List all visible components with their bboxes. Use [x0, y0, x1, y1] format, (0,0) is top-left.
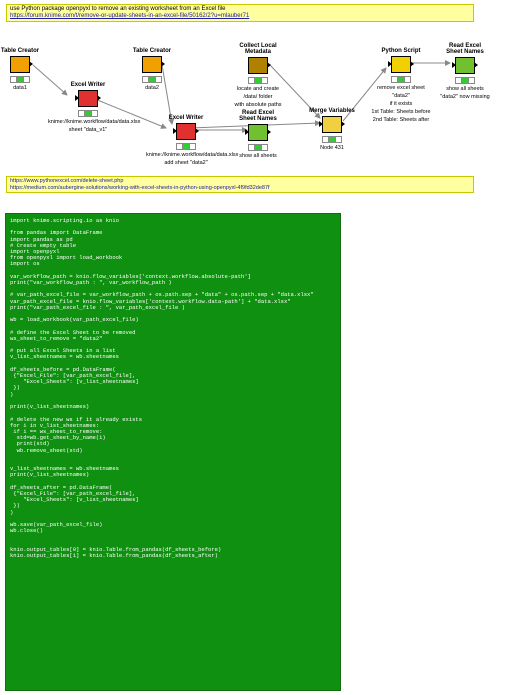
node-caption: locate and create	[228, 86, 288, 92]
node-title: Python Script	[366, 48, 436, 54]
node-caption: Node 431	[302, 145, 362, 151]
node-caption: show all sheets	[228, 153, 288, 159]
node-excel-writer-1[interactable]: Excel Writer knime://knime.workflow/data…	[48, 82, 128, 133]
node-read-sheets-1[interactable]: Read Excel Sheet Names show all sheets	[228, 110, 288, 159]
node-python-script[interactable]: Python Script remove excel sheet "data2"…	[366, 48, 436, 123]
node-caption: data1	[0, 85, 50, 91]
folder-icon	[248, 57, 268, 74]
node-caption: 2nd Table: Sheets after	[366, 117, 436, 123]
writer-icon	[176, 123, 196, 140]
node-caption: sheet "data_v1"	[48, 127, 128, 133]
node-title: Table Creator	[0, 48, 50, 54]
node-title: Read Excel Sheet Names	[228, 110, 288, 122]
node-caption: if it exists	[366, 101, 436, 107]
links-note: https://www.pythonexcel.com/delete-sheet…	[6, 176, 474, 193]
python-icon	[391, 56, 411, 73]
status-light	[391, 76, 411, 83]
node-title: Merge Variables	[302, 108, 362, 114]
status-light	[322, 136, 342, 143]
writer-icon	[78, 90, 98, 107]
node-table-creator-2[interactable]: Table Creator data2	[122, 48, 182, 91]
node-title: Table Creator	[122, 48, 182, 54]
status-light	[248, 77, 268, 84]
table-icon	[10, 56, 30, 73]
node-excel-writer-2[interactable]: Excel Writer knime://knime.workflow/data…	[146, 115, 226, 166]
python-code: import knime.scripting.io as knio from p…	[5, 213, 341, 691]
node-table-creator-1[interactable]: Table Creator data1	[0, 48, 50, 91]
node-merge-variables[interactable]: Merge Variables Node 431	[302, 108, 362, 151]
status-light	[78, 110, 98, 117]
node-title: Collect Local Metadata	[228, 43, 288, 55]
status-light	[10, 76, 30, 83]
merge-icon	[322, 116, 342, 133]
table-icon	[142, 56, 162, 73]
node-title: Excel Writer	[146, 115, 226, 121]
status-light	[248, 144, 268, 151]
status-light	[176, 143, 196, 150]
node-caption: with absolute paths	[228, 102, 288, 108]
node-caption: /data/ folder	[228, 94, 288, 100]
status-light	[142, 76, 162, 83]
node-caption: show all sheets	[432, 86, 498, 92]
title-note: use Python package openpyxl to remove an…	[6, 4, 474, 22]
link-2[interactable]: https://medium.com/aubergine-solutions/w…	[10, 185, 470, 192]
node-caption: add sheet "data2"	[146, 160, 226, 166]
node-caption: remove excel sheet	[366, 85, 436, 91]
node-caption: 1st Table: Sheets before	[366, 109, 436, 115]
node-caption: knime://knime.workflow/data/data.xlsx	[146, 152, 226, 158]
node-collect-metadata[interactable]: Collect Local Metadata locate and create…	[228, 43, 288, 108]
node-caption: "data2"	[366, 93, 436, 99]
title-text: use Python package openpyxl to remove an…	[10, 6, 470, 13]
node-caption: knime://knime.workflow/data/data.xlsx	[48, 119, 128, 125]
sheet-icon	[248, 124, 268, 141]
node-caption: data2	[122, 85, 182, 91]
sheet-icon	[455, 57, 475, 74]
node-read-sheets-2[interactable]: Read Excel Sheet Names show all sheets "…	[432, 43, 498, 100]
status-light	[455, 77, 475, 84]
title-link[interactable]: https://forum.knime.com/t/remove-or-upda…	[10, 13, 470, 20]
node-caption: "data2" now missing	[432, 94, 498, 100]
node-title: Read Excel Sheet Names	[432, 43, 498, 55]
node-title: Excel Writer	[48, 82, 128, 88]
